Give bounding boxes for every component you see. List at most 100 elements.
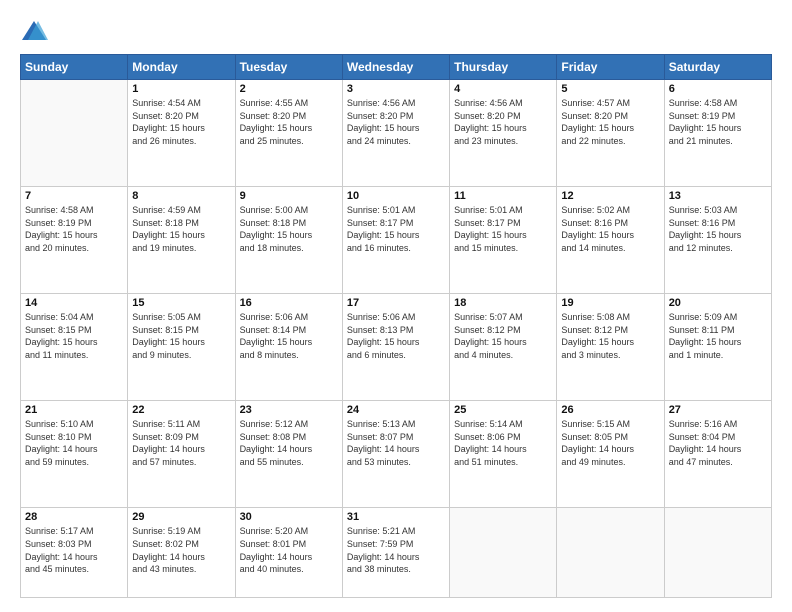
cell-date-number: 8 <box>132 190 230 202</box>
calendar-week-row: 1 Sunrise: 4:54 AM Sunset: 8:20 PM Daylig… <box>21 80 772 187</box>
cell-date-number: 7 <box>25 190 123 202</box>
calendar-cell: 15 Sunrise: 5:05 AM Sunset: 8:15 PM Dayli… <box>128 294 235 401</box>
cell-info-text: Sunrise: 5:21 AM Sunset: 7:59 PM Dayligh… <box>347 525 445 575</box>
cell-info-text: Sunrise: 4:56 AM Sunset: 8:20 PM Dayligh… <box>347 97 445 147</box>
cell-date-number: 18 <box>454 297 552 309</box>
cell-date-number: 5 <box>561 83 659 95</box>
calendar-header-wednesday: Wednesday <box>342 55 449 80</box>
calendar-cell: 9Sunrise: 5:00 AM Sunset: 8:18 PM Daylig… <box>235 187 342 294</box>
cell-info-text: Sunrise: 5:04 AM Sunset: 8:15 PM Dayligh… <box>25 311 123 361</box>
cell-date-number: 13 <box>669 190 767 202</box>
cell-info-text: Sunrise: 4:58 AM Sunset: 8:19 PM Dayligh… <box>669 97 767 147</box>
cell-date-number: 20 <box>669 297 767 309</box>
calendar-week-row: 28 Sunrise: 5:17 AM Sunset: 8:03 PM Dayli… <box>21 508 772 598</box>
calendar-cell: 19Sunrise: 5:08 AM Sunset: 8:12 PM Dayli… <box>557 294 664 401</box>
page: SundayMondayTuesdayWednesdayThursdayFrid… <box>0 0 792 612</box>
cell-date-number: 21 <box>25 404 123 416</box>
calendar-table: SundayMondayTuesdayWednesdayThursdayFrid… <box>20 54 772 598</box>
calendar-cell: 10Sunrise: 5:01 AM Sunset: 8:17 PM Dayli… <box>342 187 449 294</box>
cell-date-number: 6 <box>669 83 767 95</box>
cell-info-text: Sunrise: 5:19 AM Sunset: 8:02 PM Dayligh… <box>132 525 230 575</box>
cell-info-text: Sunrise: 5:07 AM Sunset: 8:12 PM Dayligh… <box>454 311 552 361</box>
cell-info-text: Sunrise: 5:16 AM Sunset: 8:04 PM Dayligh… <box>669 418 767 468</box>
cell-date-number: 16 <box>240 297 338 309</box>
cell-info-text: Sunrise: 5:15 AM Sunset: 8:05 PM Dayligh… <box>561 418 659 468</box>
calendar-cell: 11 Sunrise: 5:01 AM Sunset: 8:17 PM Dayli… <box>450 187 557 294</box>
calendar-cell: 20 Sunrise: 5:09 AM Sunset: 8:11 PM Dayli… <box>664 294 771 401</box>
calendar-week-row: 21Sunrise: 5:10 AM Sunset: 8:10 PM Dayli… <box>21 401 772 508</box>
calendar-cell <box>664 508 771 598</box>
cell-info-text: Sunrise: 5:12 AM Sunset: 8:08 PM Dayligh… <box>240 418 338 468</box>
cell-date-number: 14 <box>25 297 123 309</box>
calendar-cell: 2Sunrise: 4:55 AM Sunset: 8:20 PM Daylig… <box>235 80 342 187</box>
calendar-cell: 1 Sunrise: 4:54 AM Sunset: 8:20 PM Daylig… <box>128 80 235 187</box>
calendar-cell: 26 Sunrise: 5:15 AM Sunset: 8:05 PM Dayli… <box>557 401 664 508</box>
calendar-header-monday: Monday <box>128 55 235 80</box>
cell-date-number: 4 <box>454 83 552 95</box>
cell-info-text: Sunrise: 5:06 AM Sunset: 8:14 PM Dayligh… <box>240 311 338 361</box>
cell-date-number: 24 <box>347 404 445 416</box>
cell-info-text: Sunrise: 5:13 AM Sunset: 8:07 PM Dayligh… <box>347 418 445 468</box>
cell-date-number: 17 <box>347 297 445 309</box>
calendar-cell: 29 Sunrise: 5:19 AM Sunset: 8:02 PM Dayli… <box>128 508 235 598</box>
cell-date-number: 22 <box>132 404 230 416</box>
cell-info-text: Sunrise: 5:01 AM Sunset: 8:17 PM Dayligh… <box>454 204 552 254</box>
cell-info-text: Sunrise: 5:09 AM Sunset: 8:11 PM Dayligh… <box>669 311 767 361</box>
cell-info-text: Sunrise: 5:17 AM Sunset: 8:03 PM Dayligh… <box>25 525 123 575</box>
calendar-cell: 21Sunrise: 5:10 AM Sunset: 8:10 PM Dayli… <box>21 401 128 508</box>
calendar-header-friday: Friday <box>557 55 664 80</box>
logo-icon <box>20 18 48 46</box>
cell-date-number: 25 <box>454 404 552 416</box>
calendar-cell: 18 Sunrise: 5:07 AM Sunset: 8:12 PM Dayli… <box>450 294 557 401</box>
cell-date-number: 31 <box>347 511 445 523</box>
cell-info-text: Sunrise: 4:54 AM Sunset: 8:20 PM Dayligh… <box>132 97 230 147</box>
cell-info-text: Sunrise: 4:57 AM Sunset: 8:20 PM Dayligh… <box>561 97 659 147</box>
cell-date-number: 19 <box>561 297 659 309</box>
calendar-cell: 14 Sunrise: 5:04 AM Sunset: 8:15 PM Dayli… <box>21 294 128 401</box>
calendar-cell: 8 Sunrise: 4:59 AM Sunset: 8:18 PM Daylig… <box>128 187 235 294</box>
calendar-header-sunday: Sunday <box>21 55 128 80</box>
calendar-cell: 16 Sunrise: 5:06 AM Sunset: 8:14 PM Dayli… <box>235 294 342 401</box>
cell-date-number: 11 <box>454 190 552 202</box>
calendar-header-saturday: Saturday <box>664 55 771 80</box>
cell-info-text: Sunrise: 5:03 AM Sunset: 8:16 PM Dayligh… <box>669 204 767 254</box>
calendar-cell: 28 Sunrise: 5:17 AM Sunset: 8:03 PM Dayli… <box>21 508 128 598</box>
cell-date-number: 30 <box>240 511 338 523</box>
cell-date-number: 28 <box>25 511 123 523</box>
calendar-cell <box>450 508 557 598</box>
calendar-cell <box>21 80 128 187</box>
calendar-cell: 31 Sunrise: 5:21 AM Sunset: 7:59 PM Dayli… <box>342 508 449 598</box>
cell-info-text: Sunrise: 4:56 AM Sunset: 8:20 PM Dayligh… <box>454 97 552 147</box>
cell-date-number: 23 <box>240 404 338 416</box>
calendar-header-row: SundayMondayTuesdayWednesdayThursdayFrid… <box>21 55 772 80</box>
calendar-cell: 27 Sunrise: 5:16 AM Sunset: 8:04 PM Dayli… <box>664 401 771 508</box>
calendar-week-row: 7Sunrise: 4:58 AM Sunset: 8:19 PM Daylig… <box>21 187 772 294</box>
calendar-cell: 13 Sunrise: 5:03 AM Sunset: 8:16 PM Dayli… <box>664 187 771 294</box>
calendar-cell: 3Sunrise: 4:56 AM Sunset: 8:20 PM Daylig… <box>342 80 449 187</box>
calendar-cell: 30 Sunrise: 5:20 AM Sunset: 8:01 PM Dayli… <box>235 508 342 598</box>
cell-date-number: 12 <box>561 190 659 202</box>
cell-date-number: 15 <box>132 297 230 309</box>
cell-date-number: 26 <box>561 404 659 416</box>
cell-info-text: Sunrise: 5:02 AM Sunset: 8:16 PM Dayligh… <box>561 204 659 254</box>
cell-date-number: 29 <box>132 511 230 523</box>
cell-date-number: 27 <box>669 404 767 416</box>
calendar-header-tuesday: Tuesday <box>235 55 342 80</box>
cell-date-number: 1 <box>132 83 230 95</box>
calendar-cell: 6 Sunrise: 4:58 AM Sunset: 8:19 PM Daylig… <box>664 80 771 187</box>
calendar-cell: 17 Sunrise: 5:06 AM Sunset: 8:13 PM Dayli… <box>342 294 449 401</box>
cell-info-text: Sunrise: 5:11 AM Sunset: 8:09 PM Dayligh… <box>132 418 230 468</box>
calendar-cell <box>557 508 664 598</box>
cell-info-text: Sunrise: 4:55 AM Sunset: 8:20 PM Dayligh… <box>240 97 338 147</box>
calendar-cell: 7Sunrise: 4:58 AM Sunset: 8:19 PM Daylig… <box>21 187 128 294</box>
cell-info-text: Sunrise: 5:05 AM Sunset: 8:15 PM Dayligh… <box>132 311 230 361</box>
calendar-cell: 5 Sunrise: 4:57 AM Sunset: 8:20 PM Daylig… <box>557 80 664 187</box>
calendar-cell: 12 Sunrise: 5:02 AM Sunset: 8:16 PM Dayli… <box>557 187 664 294</box>
logo <box>20 18 52 46</box>
cell-info-text: Sunrise: 4:59 AM Sunset: 8:18 PM Dayligh… <box>132 204 230 254</box>
calendar-cell: 23 Sunrise: 5:12 AM Sunset: 8:08 PM Dayli… <box>235 401 342 508</box>
cell-info-text: Sunrise: 5:20 AM Sunset: 8:01 PM Dayligh… <box>240 525 338 575</box>
calendar-cell: 4 Sunrise: 4:56 AM Sunset: 8:20 PM Daylig… <box>450 80 557 187</box>
calendar-cell: 24 Sunrise: 5:13 AM Sunset: 8:07 PM Dayli… <box>342 401 449 508</box>
cell-info-text: Sunrise: 5:06 AM Sunset: 8:13 PM Dayligh… <box>347 311 445 361</box>
